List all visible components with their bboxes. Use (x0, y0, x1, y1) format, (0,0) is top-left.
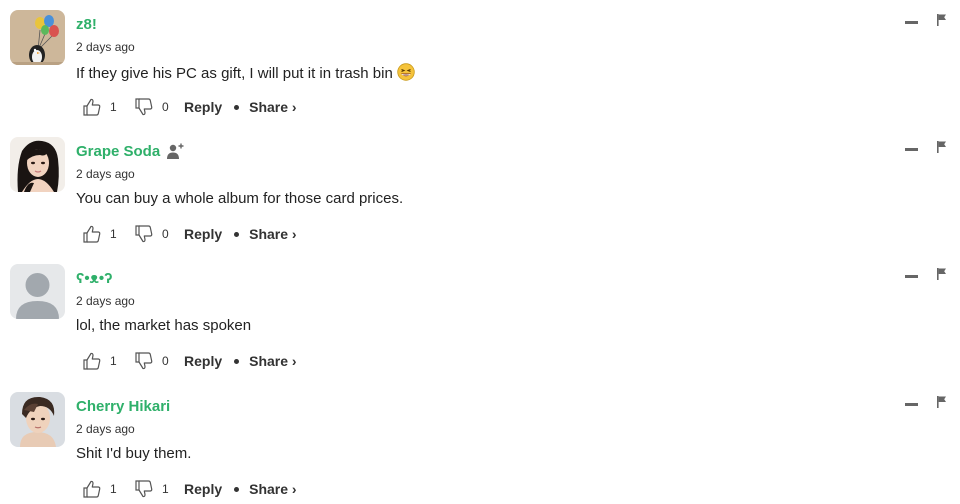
avatar[interactable] (10, 10, 65, 65)
collapse-icon[interactable] (905, 275, 918, 278)
comment-item: Cherry Hikari 2 days ago Shit I'd buy th… (0, 382, 960, 504)
thumbs-up-icon (83, 480, 101, 498)
dislike-count: 0 (162, 354, 169, 368)
separator-dot (234, 104, 240, 110)
dislike-button[interactable]: 0 (134, 351, 184, 371)
thumbs-down-icon (135, 225, 153, 243)
dislike-count: 1 (162, 482, 169, 496)
share-button[interactable]: Share › (249, 226, 296, 242)
thumbs-down-icon (135, 480, 153, 498)
like-count: 1 (110, 354, 117, 368)
username[interactable]: Grape Soda (76, 143, 160, 160)
separator-dot (234, 358, 240, 364)
comment-body: If they give his PC as gift, I will put … (76, 65, 393, 82)
like-count: 1 (110, 482, 117, 496)
username-row: Grape Soda (76, 141, 186, 161)
collapse-icon[interactable] (905, 21, 918, 24)
avatar[interactable] (10, 264, 65, 319)
avatar[interactable] (10, 137, 65, 192)
timestamp: 2 days ago (76, 422, 135, 436)
dislike-button[interactable]: 1 (134, 479, 184, 499)
comment-actions: 1 0 Reply Share › (82, 96, 297, 118)
like-button[interactable]: 1 (82, 224, 134, 244)
reply-button[interactable]: Reply (184, 481, 222, 497)
comment-item: Grape Soda 2 days ago You can buy a whol… (0, 127, 960, 254)
username-row: ʕ•ᴥ•ʔ (76, 268, 112, 288)
flag-icon[interactable] (935, 140, 949, 154)
reply-button[interactable]: Reply (184, 353, 222, 369)
like-count: 1 (110, 100, 117, 114)
timestamp: 2 days ago (76, 167, 135, 181)
like-button[interactable]: 1 (82, 351, 134, 371)
comment-text: lol, the market has spoken (76, 317, 252, 334)
flag-icon[interactable] (935, 13, 949, 27)
thumbs-up-icon (83, 352, 101, 370)
comment-actions: 1 0 Reply Share › (82, 350, 297, 372)
avatar[interactable] (10, 392, 65, 447)
flag-icon[interactable] (935, 267, 949, 281)
username[interactable]: ʕ•ᴥ•ʔ (76, 270, 112, 287)
comment-item: z8! 2 days ago If they give his PC as gi… (0, 0, 960, 127)
like-count: 1 (110, 227, 117, 241)
share-button[interactable]: Share › (249, 481, 296, 497)
dislike-count: 0 (162, 100, 169, 114)
like-button[interactable]: 1 (82, 479, 134, 499)
like-button[interactable]: 1 (82, 97, 134, 117)
comment-item: ʕ•ᴥ•ʔ 2 days ago lol, the market has spo… (0, 254, 960, 381)
thumbs-up-icon (83, 225, 101, 243)
dislike-button[interactable]: 0 (134, 224, 184, 244)
comment-text: You can buy a whole album for those card… (76, 190, 404, 207)
username-row: z8! (76, 14, 97, 34)
thumbs-up-icon (83, 98, 101, 116)
follow-user-icon[interactable] (166, 142, 186, 160)
reply-button[interactable]: Reply (184, 226, 222, 242)
dislike-count: 0 (162, 227, 169, 241)
timestamp: 2 days ago (76, 294, 135, 308)
collapse-icon[interactable] (905, 403, 918, 406)
share-button[interactable]: Share › (249, 99, 296, 115)
share-button[interactable]: Share › (249, 353, 296, 369)
thumbs-down-icon (135, 98, 153, 116)
comment-actions: 1 1 Reply Share › (82, 478, 297, 500)
reply-button[interactable]: Reply (184, 99, 222, 115)
flag-icon[interactable] (935, 395, 949, 409)
comment-text: Shit I'd buy them. (76, 445, 192, 462)
separator-dot (234, 486, 240, 492)
timestamp: 2 days ago (76, 40, 135, 54)
thumbs-down-icon (135, 352, 153, 370)
separator-dot (234, 231, 240, 237)
username-row: Cherry Hikari (76, 396, 170, 416)
dislike-button[interactable]: 0 (134, 97, 184, 117)
username[interactable]: z8! (76, 16, 97, 33)
comment-text: If they give his PC as gift, I will put … (76, 63, 415, 82)
grinning-squinting-face-icon (397, 63, 415, 81)
collapse-icon[interactable] (905, 148, 918, 151)
username[interactable]: Cherry Hikari (76, 398, 170, 415)
comment-actions: 1 0 Reply Share › (82, 223, 297, 245)
